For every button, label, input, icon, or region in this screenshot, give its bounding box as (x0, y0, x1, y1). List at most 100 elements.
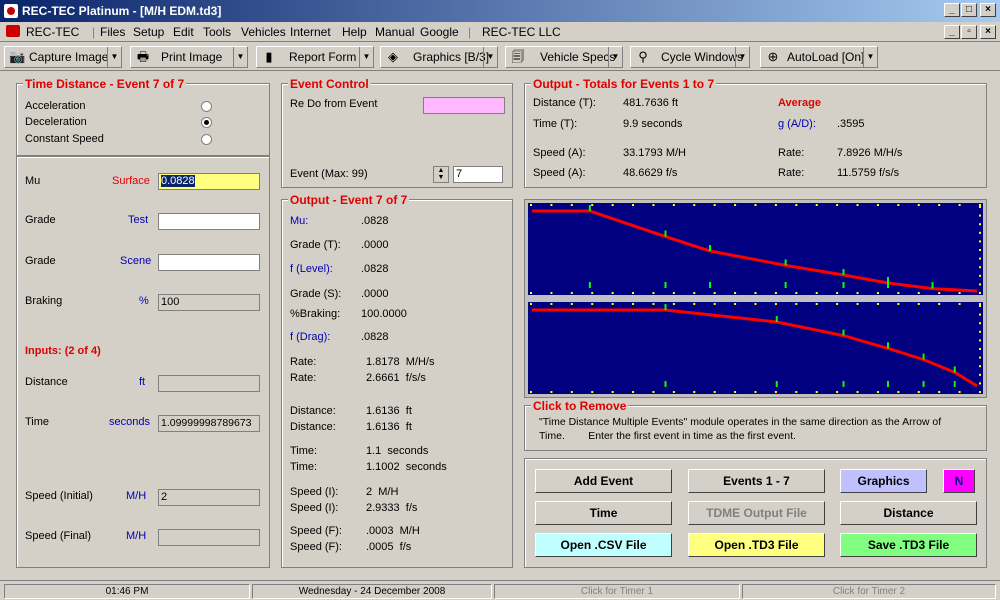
graphics-button-bottom[interactable]: Graphics (840, 469, 927, 493)
event-control-panel: Event Control Re Do from Event Event (Ma… (281, 77, 513, 188)
graph-tick (979, 249, 981, 251)
tdme-output-button[interactable]: TDME Output File (688, 501, 825, 525)
graph-tick (856, 303, 859, 305)
grade-test-label: Grade (25, 214, 56, 226)
print-dropdown-arrow[interactable]: ▼ (233, 47, 247, 67)
vehicle-dropdown-arrow[interactable]: ▼ (608, 47, 622, 67)
graph-event-marker (887, 342, 889, 349)
menu-google[interactable]: Google (420, 25, 459, 39)
menu-vehicles[interactable]: Vehicles (241, 25, 286, 39)
maximize-button[interactable]: □ (961, 3, 977, 17)
graph-tick (591, 204, 594, 206)
menu-help[interactable]: Help (342, 25, 367, 39)
camera-icon: 📷 (9, 49, 26, 64)
event-spinner[interactable]: ▲ ▼ (433, 166, 449, 183)
cycle-dropdown-arrow[interactable]: ▼ (735, 47, 749, 67)
events-button[interactable]: Events 1 - 7 (688, 469, 825, 493)
capture-image-button[interactable]: 📷 Capture Image ▼ (4, 46, 122, 68)
graph-panel[interactable] (524, 199, 987, 398)
graph-event-marker (664, 230, 667, 237)
mu-label: Mu (25, 175, 41, 187)
graph-tick (958, 292, 961, 294)
graph-tick (672, 204, 675, 206)
click-remove-panel[interactable]: Click to Remove "Time Distance Multiple … (524, 399, 987, 451)
save-td3-button[interactable]: Save .TD3 File (840, 533, 977, 557)
report-dropdown-arrow[interactable]: ▼ (359, 47, 373, 67)
output-row-label: Rate: (290, 372, 317, 384)
mdi-close-button[interactable]: × (980, 25, 996, 39)
distance-button[interactable]: Distance (840, 501, 977, 525)
menu-internet[interactable]: Internet (290, 25, 331, 39)
graph-tick (774, 204, 777, 206)
graph-tick (979, 303, 981, 305)
redo-field[interactable] (423, 97, 505, 114)
graphics-button[interactable]: ◈ Graphics [B/3] ▼ (380, 46, 498, 68)
minimize-button[interactable]: _ (944, 3, 960, 17)
graph-tick (632, 292, 635, 294)
mdi-restore-button[interactable]: ▫ (961, 25, 977, 39)
graph-event-marker (842, 282, 845, 288)
speed-initial-field[interactable]: 2 (158, 489, 260, 506)
report-form-button[interactable]: ▮ Report Form ▼ (256, 46, 374, 68)
braking-field[interactable]: 100 (158, 294, 260, 311)
open-td3-button[interactable]: Open .TD3 File (688, 533, 825, 557)
grade-scene-field[interactable] (158, 254, 260, 271)
autoload-button[interactable]: ⊕ AutoLoad [On] ▼ (760, 46, 878, 68)
menu-manual[interactable]: Manual (375, 25, 414, 39)
menu-rectec[interactable]: REC-TEC (26, 25, 79, 39)
output-row-label: Speed (I): (290, 502, 339, 514)
open-csv-button[interactable]: Open .CSV File (535, 533, 672, 557)
menu-setup[interactable]: Setup (133, 25, 164, 39)
graph-tick (713, 391, 716, 393)
menu-edit[interactable]: Edit (173, 25, 194, 39)
graph-tick (979, 322, 981, 325)
grade-test-field[interactable] (158, 213, 260, 230)
menu-files[interactable]: Files (100, 25, 125, 39)
close-button[interactable]: × (980, 3, 996, 17)
output-row-value: 1.1 seconds (366, 445, 429, 457)
graph-tick (591, 391, 594, 393)
graph-tick (693, 303, 696, 305)
add-event-button[interactable]: Add Event (535, 469, 672, 493)
graph-tick (632, 204, 635, 206)
autoload-dropdown-arrow[interactable]: ▼ (863, 47, 877, 67)
n-button[interactable]: N (943, 469, 975, 493)
speed-initial-label: Speed (Initial) (25, 490, 93, 502)
timer2-button[interactable]: Click for Timer 2 (742, 584, 996, 599)
speed-final-field[interactable] (158, 529, 260, 546)
time-unit: seconds (109, 416, 150, 428)
mdi-minimize-button[interactable]: _ (944, 25, 960, 39)
time-button[interactable]: Time (535, 501, 672, 525)
deceleration-radio[interactable] (201, 117, 212, 128)
output-row-value: .0828 (361, 263, 389, 275)
output-row-label: Grade (T): (290, 239, 341, 251)
graph-tick (815, 292, 818, 294)
output-event-panel: Output - Event 7 of 7 Mu: .0828 Grade (T):… (281, 193, 513, 568)
cycle-windows-button[interactable]: ⚲ Cycle Windows ▼ (630, 46, 750, 68)
output-row-value: 1.6136 ft (366, 405, 412, 417)
status-time: 01:46 PM (4, 584, 250, 599)
vehicle-specs-button[interactable]: 🗐 Vehicle Specs ▼ (505, 46, 623, 68)
timer1-button[interactable]: Click for Timer 1 (494, 584, 740, 599)
graph-tick (734, 204, 737, 206)
graph-tick (550, 391, 553, 393)
graph-tick (979, 283, 981, 286)
constant-speed-radio[interactable] (201, 134, 212, 145)
print-image-button[interactable]: 🖶 Print Image ▼ (130, 46, 248, 68)
time-field[interactable]: 1.09999998789673 (158, 415, 260, 432)
graphics-dropdown-arrow[interactable]: ▼ (483, 47, 497, 67)
graph-event-marker (775, 381, 778, 387)
acceleration-radio[interactable] (201, 101, 212, 112)
menu-tools[interactable]: Tools (203, 25, 231, 39)
capture-dropdown-arrow[interactable]: ▼ (107, 47, 121, 67)
event-field[interactable]: 7 (453, 166, 503, 183)
output-row-value: 1.1002 seconds (366, 461, 447, 473)
graph-tick (979, 348, 981, 350)
graph-tick (979, 292, 981, 294)
graph-event-marker (709, 282, 711, 288)
mu-field[interactable]: 0.0828 (158, 173, 260, 190)
graph-tick (713, 303, 716, 305)
distance-field[interactable] (158, 375, 260, 392)
inputs-count-label: Inputs: (2 of 4) (25, 345, 101, 357)
menu-rectec-llc[interactable]: REC-TEC LLC (482, 25, 561, 39)
